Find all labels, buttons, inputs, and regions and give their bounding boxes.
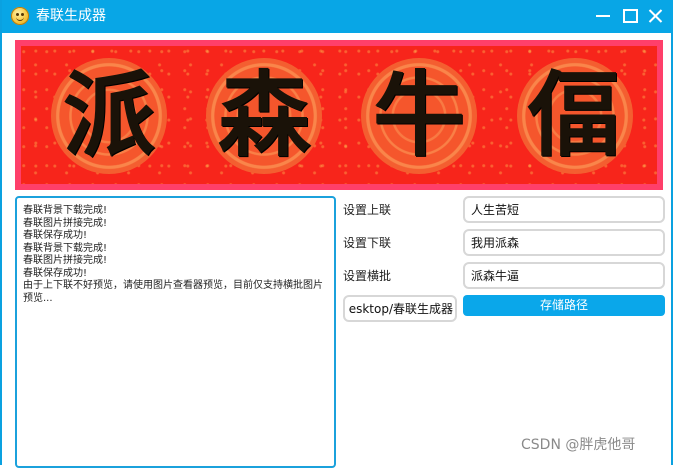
log-output-panel[interactable]: 春联背景下载完成! 春联图片拼接完成! 春联保存成功! 春联背景下载完成! 春联… <box>15 196 336 468</box>
banner-paper: 派 森 牛 偪 <box>21 46 657 184</box>
couplet-banner-preview: 派 森 牛 偪 <box>15 40 663 190</box>
save-path-input[interactable] <box>343 295 457 322</box>
banner-character-1: 派 <box>62 61 155 169</box>
horizontal-scroll-input[interactable] <box>463 262 665 289</box>
log-line: 春联保存成功! <box>23 230 88 241</box>
maximize-icon[interactable] <box>619 6 641 26</box>
upper-couplet-label: 设置上联 <box>343 203 392 217</box>
minimize-icon[interactable] <box>592 6 614 26</box>
log-line: 春联图片拼接完成! <box>23 217 108 229</box>
lower-couplet-label: 设置下联 <box>343 236 392 250</box>
log-line: 春联图片拼接完成! <box>23 255 108 266</box>
lower-couplet-input[interactable] <box>463 229 665 256</box>
horizontal-scroll-label: 设置横批 <box>343 269 392 283</box>
log-line: 春联保存成功! <box>23 267 88 279</box>
upper-couplet-input[interactable] <box>463 196 665 223</box>
csdn-watermark: CSDN @胖虎他哥 <box>521 437 636 453</box>
app-window: 春联生成器 派 森 牛 偪 春联背景下载完成! 春联图片拼接完成! 春联保存成功… <box>0 0 673 468</box>
log-line: 春联背景下载完成! <box>23 205 108 216</box>
log-line: 春联背景下载完成! <box>23 242 108 254</box>
smiley-app-icon <box>11 7 29 25</box>
close-icon[interactable] <box>645 6 667 26</box>
store-path-button[interactable]: 存储路径 <box>463 295 665 316</box>
log-line: 由于上下联不好预览，请使用图片查看器预览，目前仅支持横批图片预览... <box>23 280 323 304</box>
banner-character-2: 森 <box>217 61 310 169</box>
banner-character-4: 偪 <box>527 61 620 169</box>
banner-character-3: 牛 <box>372 61 465 169</box>
window-title: 春联生成器 <box>36 8 106 24</box>
title-bar[interactable]: 春联生成器 <box>2 0 673 33</box>
